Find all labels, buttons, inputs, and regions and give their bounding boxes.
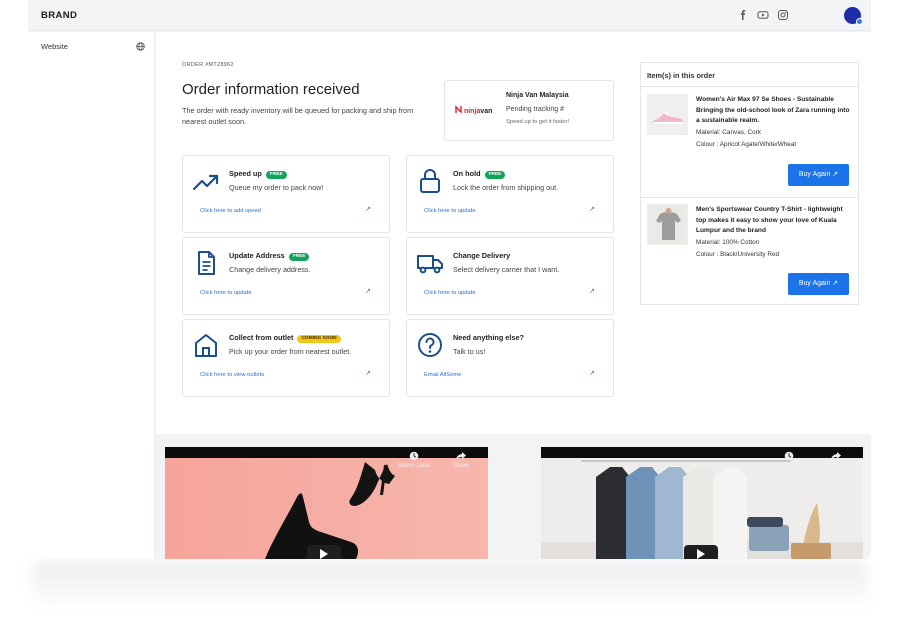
youtube-icon[interactable] [757, 9, 769, 21]
clock-icon [773, 451, 805, 463]
document-icon [193, 250, 219, 276]
page-subtitle: The order with ready inventory will be q… [182, 106, 414, 126]
action-card-on-hold[interactable]: On hold FREE Lock the order from shipping… [406, 155, 614, 233]
courier-name: Ninja Van Malaysia [506, 92, 569, 99]
action-card-change-delivery[interactable]: Change Delivery Select delivery carrier … [406, 237, 614, 315]
item-name: Women's Air Max 97 Se Shoes - Sustainabl… [696, 96, 850, 125]
lock-icon [417, 168, 443, 194]
add-speed-link[interactable]: Click here to add speed [200, 208, 261, 214]
item-material: Material: 100% Cotton [696, 239, 760, 246]
frame-shadow [32, 560, 868, 610]
page-title: Order information received [182, 81, 360, 98]
item-name: Men's Sportswear Country T-Shirt - light… [696, 206, 843, 235]
sidebar: Website [28, 32, 155, 559]
items-heading: Item(s) in this order [641, 63, 858, 87]
brand-logo[interactable]: BRAND [41, 10, 77, 21]
share-icon [828, 451, 844, 463]
avatar[interactable] [844, 7, 863, 25]
external-arrow-icon[interactable]: ↗ [365, 369, 371, 377]
update-hold-link[interactable]: Click here to update [424, 208, 476, 214]
globe-icon [136, 42, 145, 51]
external-arrow-icon[interactable]: ↗ [365, 287, 371, 295]
item-colour: Colour : Black/University Red [696, 251, 780, 258]
courier-logo-mark [455, 105, 464, 115]
action-card-need-help[interactable]: Need anything else? Talk to us! Email Al… [406, 319, 614, 397]
action-description: Select delivery carrier that I want. [453, 265, 560, 274]
main-content: ORDER #MT28962 Order information receive… [156, 32, 871, 434]
facebook-icon[interactable] [737, 9, 749, 21]
video-top-bar [541, 447, 863, 458]
item-colour: Colour : Apricot Agate/White/Wheat [696, 141, 797, 148]
order-item: Men's Sportswear Country T-Shirt - light… [641, 198, 858, 304]
video-top-bar [165, 447, 488, 458]
external-arrow-icon[interactable]: ↗ [589, 287, 595, 295]
free-badge: FREE [265, 170, 287, 179]
buy-again-button[interactable]: Buy Again ↗ [788, 164, 849, 186]
order-id: ORDER #MT28962 [182, 62, 234, 68]
courier-hint: Speed up to get it faster! [506, 119, 570, 125]
trend-up-icon [192, 168, 219, 194]
action-description: Queue my order to pack now! [229, 183, 324, 192]
sidebar-item-label: Website [41, 42, 68, 51]
tshirt-thumbnail [647, 204, 688, 245]
help-icon [417, 332, 443, 358]
tracking-status: Pending tracking # [506, 106, 564, 113]
online-status-dot [856, 18, 863, 25]
action-card-update-address[interactable]: Update Address FREE Change delivery addre… [182, 237, 390, 315]
clock-icon [398, 451, 430, 463]
external-arrow-icon[interactable]: ↗ [589, 205, 595, 213]
buy-again-button[interactable]: Buy Again ↗ [788, 273, 849, 295]
action-title: Need anything else? [453, 333, 524, 342]
top-bar: BRAND [28, 0, 871, 31]
app-window: BRAND Website ORDER #MT28962 Order infor… [28, 0, 871, 559]
action-description: Lock the order from shipping out. [453, 183, 559, 192]
order-item: Women's Air Max 97 Se Shoes - Sustainabl… [641, 88, 858, 197]
external-arrow-icon[interactable]: ↗ [589, 369, 595, 377]
courier-logo: ninjavan [455, 105, 492, 115]
share-button[interactable]: Share [453, 451, 469, 469]
action-title: Collect from outlet COMING SOON [229, 333, 341, 343]
action-description: Change delivery address. [229, 265, 311, 274]
action-title: Change Delivery [453, 251, 511, 260]
shoe-thumbnail [647, 94, 688, 135]
update-delivery-link[interactable]: Click here to update [424, 290, 476, 296]
share-button[interactable]: Share [828, 451, 844, 469]
watch-later-button[interactable]: Watch Later [398, 451, 430, 469]
action-title: Update Address FREE [229, 251, 310, 261]
action-description: Talk to us! [453, 347, 486, 356]
action-title: On hold FREE [453, 169, 506, 179]
play-button[interactable] [684, 545, 718, 559]
action-card-speed-up[interactable]: Speed up FREE Queue my order to pack now!… [182, 155, 390, 233]
coming-soon-badge: COMING SOON [297, 334, 341, 343]
external-arrow-icon[interactable]: ↗ [365, 205, 371, 213]
order-items-panel: Item(s) in this order Women's Air Max 97… [640, 62, 859, 305]
video-player-heels[interactable]: Watch Later Share [165, 447, 488, 559]
email-support-link[interactable]: Email AllSome [424, 372, 461, 378]
play-button[interactable] [307, 545, 341, 559]
watch-later-button[interactable]: Watch Later [773, 451, 805, 469]
action-description: Pick up your order from nearest outlet. [229, 347, 352, 356]
action-card-collect-outlet[interactable]: Collect from outlet COMING SOON Pick up y… [182, 319, 390, 397]
courier-card: ninjavan Ninja Van Malaysia Pending trac… [444, 80, 614, 141]
store-icon [193, 332, 219, 358]
video-player-shirts[interactable]: Watch Later Share [541, 447, 863, 559]
share-icon [453, 451, 469, 463]
sidebar-item-website[interactable]: Website [41, 42, 145, 56]
instagram-icon[interactable] [777, 9, 789, 21]
update-address-link[interactable]: Click here to update [200, 290, 252, 296]
truck-icon [417, 250, 443, 276]
free-badge: FREE [484, 170, 506, 179]
action-title: Speed up FREE [229, 169, 287, 179]
free-badge: FREE [288, 252, 310, 261]
view-outlets-link[interactable]: Click here to view outlets [200, 372, 264, 378]
item-material: Material: Canvas, Cork [696, 129, 761, 136]
